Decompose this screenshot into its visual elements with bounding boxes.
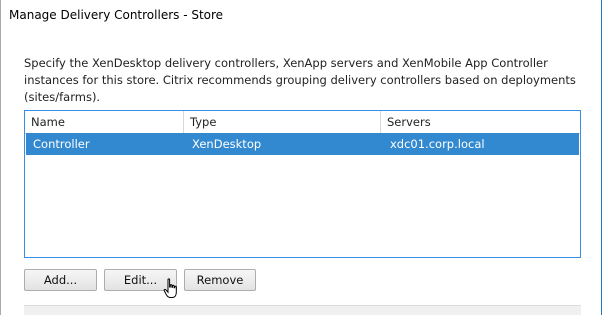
column-header-type[interactable]: Type — [184, 111, 381, 133]
column-header-servers[interactable]: Servers — [381, 111, 580, 133]
dialog-description: Specify the XenDesktop delivery controll… — [24, 56, 576, 104]
controllers-list[interactable]: Name Type Servers Controller XenDesktop … — [24, 110, 581, 258]
table-row[interactable]: Controller XenDesktop xdc01.corp.local — [26, 133, 579, 155]
manage-delivery-controllers-dialog: Manage Delivery Controllers - Store Spec… — [0, 0, 602, 315]
title-bar: Manage Delivery Controllers - Store — [1, 0, 601, 33]
list-header: Name Type Servers — [25, 111, 580, 134]
dialog-title: Manage Delivery Controllers - Store — [9, 8, 224, 22]
bottom-panel — [24, 305, 581, 315]
hand-pointer-icon — [163, 278, 177, 298]
cell-servers: xdc01.corp.local — [390, 137, 485, 151]
add-button[interactable]: Add... — [24, 269, 97, 291]
cell-name: Controller — [33, 137, 90, 151]
column-header-name[interactable]: Name — [25, 111, 184, 133]
cell-type: XenDesktop — [192, 137, 262, 151]
remove-button[interactable]: Remove — [184, 269, 256, 291]
